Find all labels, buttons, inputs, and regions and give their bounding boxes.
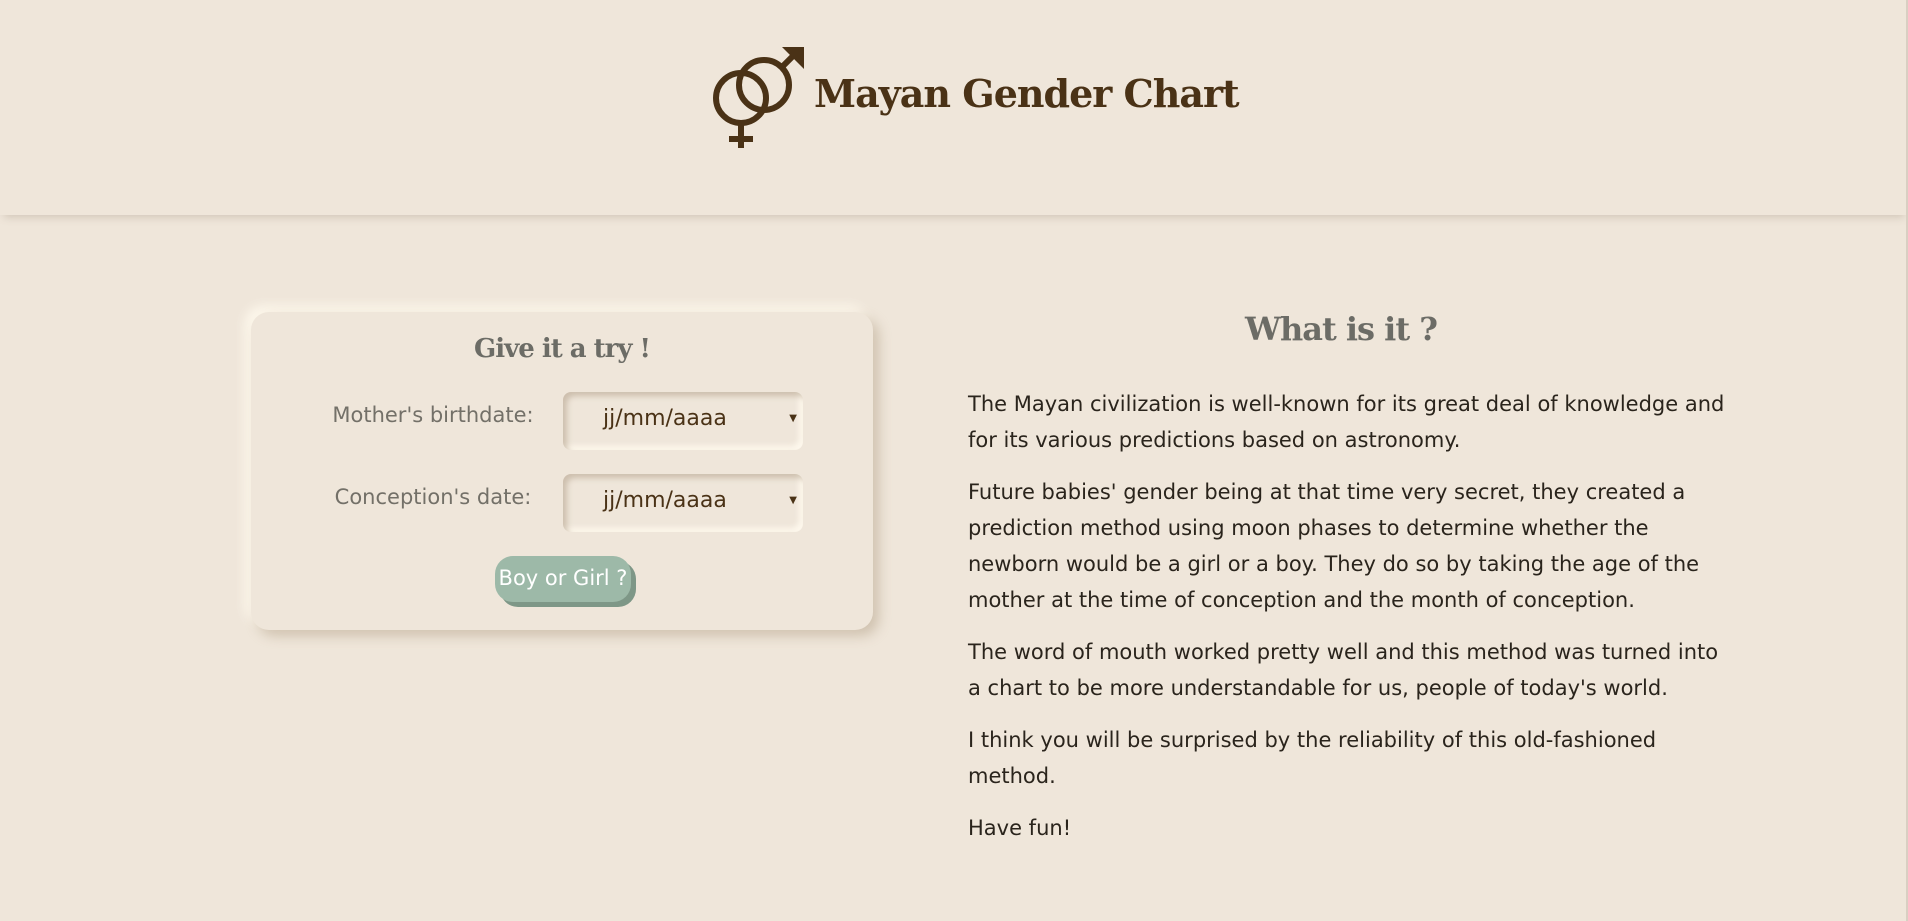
mother-birthdate-input[interactable]: jj/mm/aaaa ▼ [563,392,803,450]
conception-date-label: Conception's date: [334,485,532,509]
info-paragraph: The word of mouth worked pretty well and… [968,640,1719,700]
info-title: What is it ? [1245,310,1438,348]
brand[interactable]: Mayan Gender Chart [710,44,1240,152]
mother-birthdate-label: Mother's birthdate: [332,403,534,427]
dropdown-arrow-icon[interactable]: ▼ [789,495,797,506]
info-paragraph: I think you will be surprised by the rel… [968,728,1657,788]
conception-date-input[interactable]: jj/mm/aaaa ▼ [563,474,803,532]
dropdown-arrow-icon[interactable]: ▼ [789,413,797,424]
card-title: Give it a try ! [474,334,651,364]
site-header: Mayan Gender Chart [0,0,1908,215]
male-female-symbol-icon [713,47,804,148]
mother-birthdate-value: jj/mm/aaaa [603,406,727,431]
info-paragraph: Have fun! [968,816,1072,840]
info-paragraph: The Mayan civilization is well-known for… [968,392,1725,452]
info-paragraph: Future babies' gender being at that time… [968,480,1700,612]
site-title: Mayan Gender Chart [814,70,1240,116]
conception-date-value: jj/mm/aaaa [603,488,727,513]
try-card: Give it a try ! Mother's birthdate: jj/m… [251,312,873,630]
info-text: The Mayan civilization is well-known for… [968,386,1728,862]
boy-or-girl-button[interactable]: Boy or Girl ? [495,556,631,602]
